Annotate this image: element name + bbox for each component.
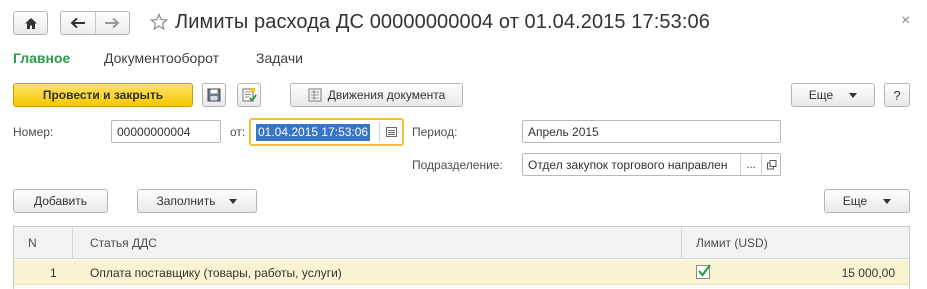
column-header-limit[interactable]: Лимит (USD) xyxy=(696,227,768,259)
tab-tasks[interactable]: Задачи xyxy=(256,50,303,66)
division-value: Отдел закупок торгового направлен xyxy=(528,158,728,172)
movements-icon xyxy=(308,88,322,102)
calendar-icon[interactable] xyxy=(386,127,397,137)
row-number: 1 xyxy=(50,265,57,280)
tab-document-flow[interactable]: Документооборот xyxy=(104,50,219,66)
home-icon xyxy=(24,17,37,29)
division-label: Подразделение: xyxy=(412,158,503,172)
column-header-n[interactable]: N xyxy=(28,227,37,259)
document-movements-label: Движения документа xyxy=(327,88,446,102)
more-menu-button[interactable]: Еще xyxy=(791,83,875,107)
chevron-down-icon xyxy=(229,198,238,204)
add-row-button[interactable]: Добавить xyxy=(13,189,108,213)
help-button[interactable]: ? xyxy=(884,83,910,107)
arrow-right-icon xyxy=(105,17,120,29)
fill-label: Заполнить xyxy=(156,194,216,208)
period-field[interactable]: Апрель 2015 xyxy=(522,120,781,143)
post-document-icon xyxy=(242,88,257,103)
save-button[interactable] xyxy=(202,83,226,107)
document-movements-button[interactable]: Движения документа xyxy=(290,83,463,107)
home-button[interactable] xyxy=(13,11,48,35)
row-amount[interactable]: 15 000,00 xyxy=(842,260,895,285)
window-title: Лимиты расхода ДС 00000000004 от 01.04.2… xyxy=(175,11,710,33)
date-divider xyxy=(379,123,380,141)
chevron-down-icon xyxy=(883,198,892,204)
tab-main[interactable]: Главное xyxy=(13,50,70,66)
column-divider xyxy=(72,227,73,259)
period-label: Период: xyxy=(412,125,458,139)
history-nav xyxy=(60,11,130,35)
table-more-button[interactable]: Еще xyxy=(824,189,910,213)
forward-button[interactable] xyxy=(94,12,130,34)
number-field[interactable]: 00000000004 xyxy=(111,120,221,143)
number-label: Номер: xyxy=(13,125,54,139)
more-menu-label: Еще xyxy=(808,88,834,102)
column-header-item[interactable]: Статья ДДС xyxy=(90,227,157,259)
limit-checkbox[interactable] xyxy=(696,264,711,279)
division-select-button[interactable]: ... xyxy=(740,154,761,175)
limits-table: N Статья ДДС Лимит (USD) 1 Оплата постав… xyxy=(13,226,910,289)
table-more-label: Еще xyxy=(842,194,868,208)
post-and-close-button[interactable]: Провести и закрыть xyxy=(13,83,193,107)
table-row[interactable]: 1 Оплата поставщику (товары, работы, усл… xyxy=(14,260,909,285)
row-item[interactable]: Оплата поставщику (товары, работы, услуг… xyxy=(90,260,342,285)
arrow-left-icon xyxy=(70,17,85,29)
date-label: от: xyxy=(230,125,246,139)
close-icon[interactable]: × xyxy=(901,12,910,30)
save-icon xyxy=(207,88,221,102)
column-divider xyxy=(681,227,682,259)
fill-button[interactable]: Заполнить xyxy=(137,189,257,213)
table-header: N Статья ДДС Лимит (USD) xyxy=(14,227,909,259)
checkmark-icon xyxy=(698,264,711,277)
chevron-down-icon xyxy=(849,92,858,98)
date-value: 01.04.2015 17:53:06 xyxy=(256,124,371,141)
open-link-icon[interactable] xyxy=(761,154,780,175)
back-button[interactable] xyxy=(61,12,95,34)
post-button[interactable] xyxy=(237,83,261,107)
date-field[interactable]: 01.04.2015 17:53:06 xyxy=(249,118,404,146)
division-field[interactable]: Отдел закупок торгового направлен ... xyxy=(522,153,781,176)
favorite-star-icon[interactable] xyxy=(149,12,169,34)
